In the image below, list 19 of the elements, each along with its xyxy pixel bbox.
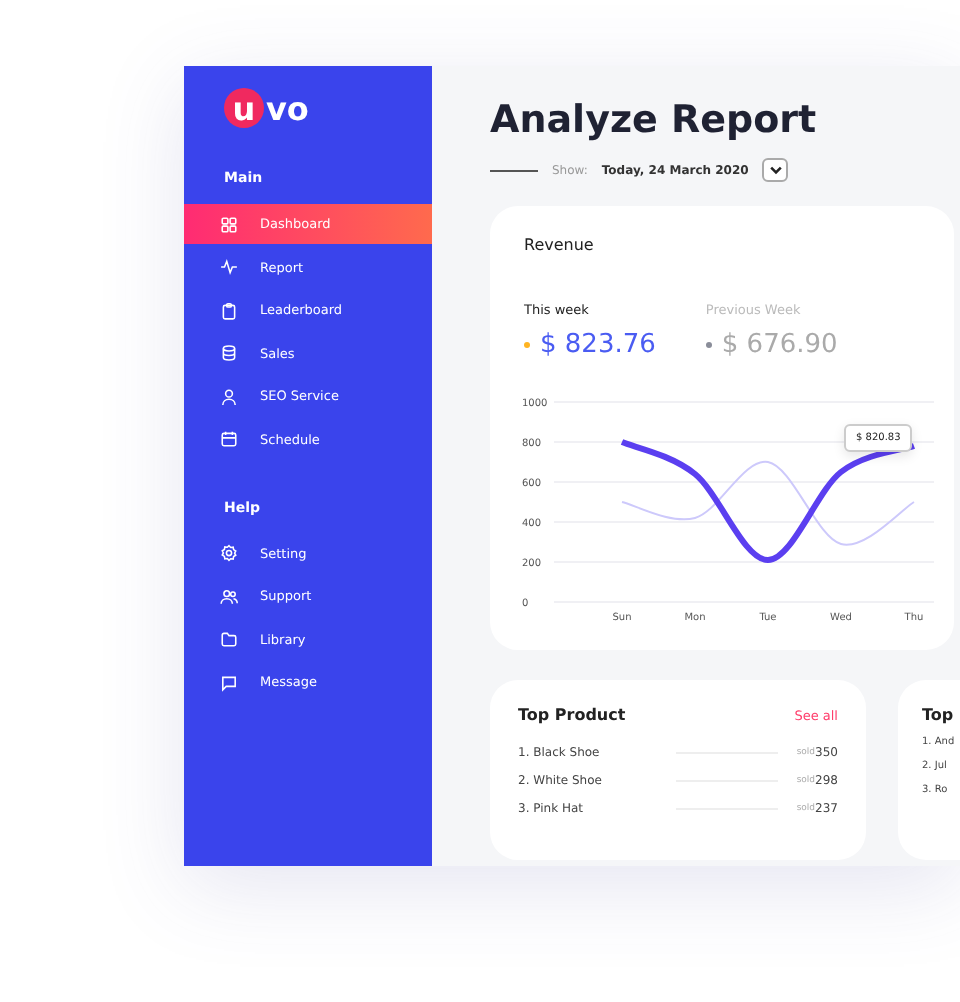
user-icon [220, 387, 238, 405]
page-title: Analyze Report [490, 98, 819, 142]
gear-icon [220, 544, 238, 562]
chat-icon [220, 673, 238, 691]
legend-value: $ 676.90 [721, 330, 838, 360]
database-icon [220, 344, 238, 362]
dropdown-button[interactable] [762, 158, 789, 182]
calendar-icon [220, 430, 238, 448]
grid-icon [220, 215, 238, 233]
clipboard-icon [220, 301, 238, 319]
pulse-icon [220, 258, 238, 276]
legend-value: $ 823.76 [540, 330, 656, 360]
card-title: Revenue [524, 236, 596, 254]
logo: u vo [224, 86, 432, 130]
users-icon [220, 587, 238, 605]
chevron-down-icon [767, 162, 784, 178]
card-title: Top Product [518, 706, 626, 724]
folder-icon [220, 630, 238, 648]
card-title: Top [922, 706, 956, 724]
